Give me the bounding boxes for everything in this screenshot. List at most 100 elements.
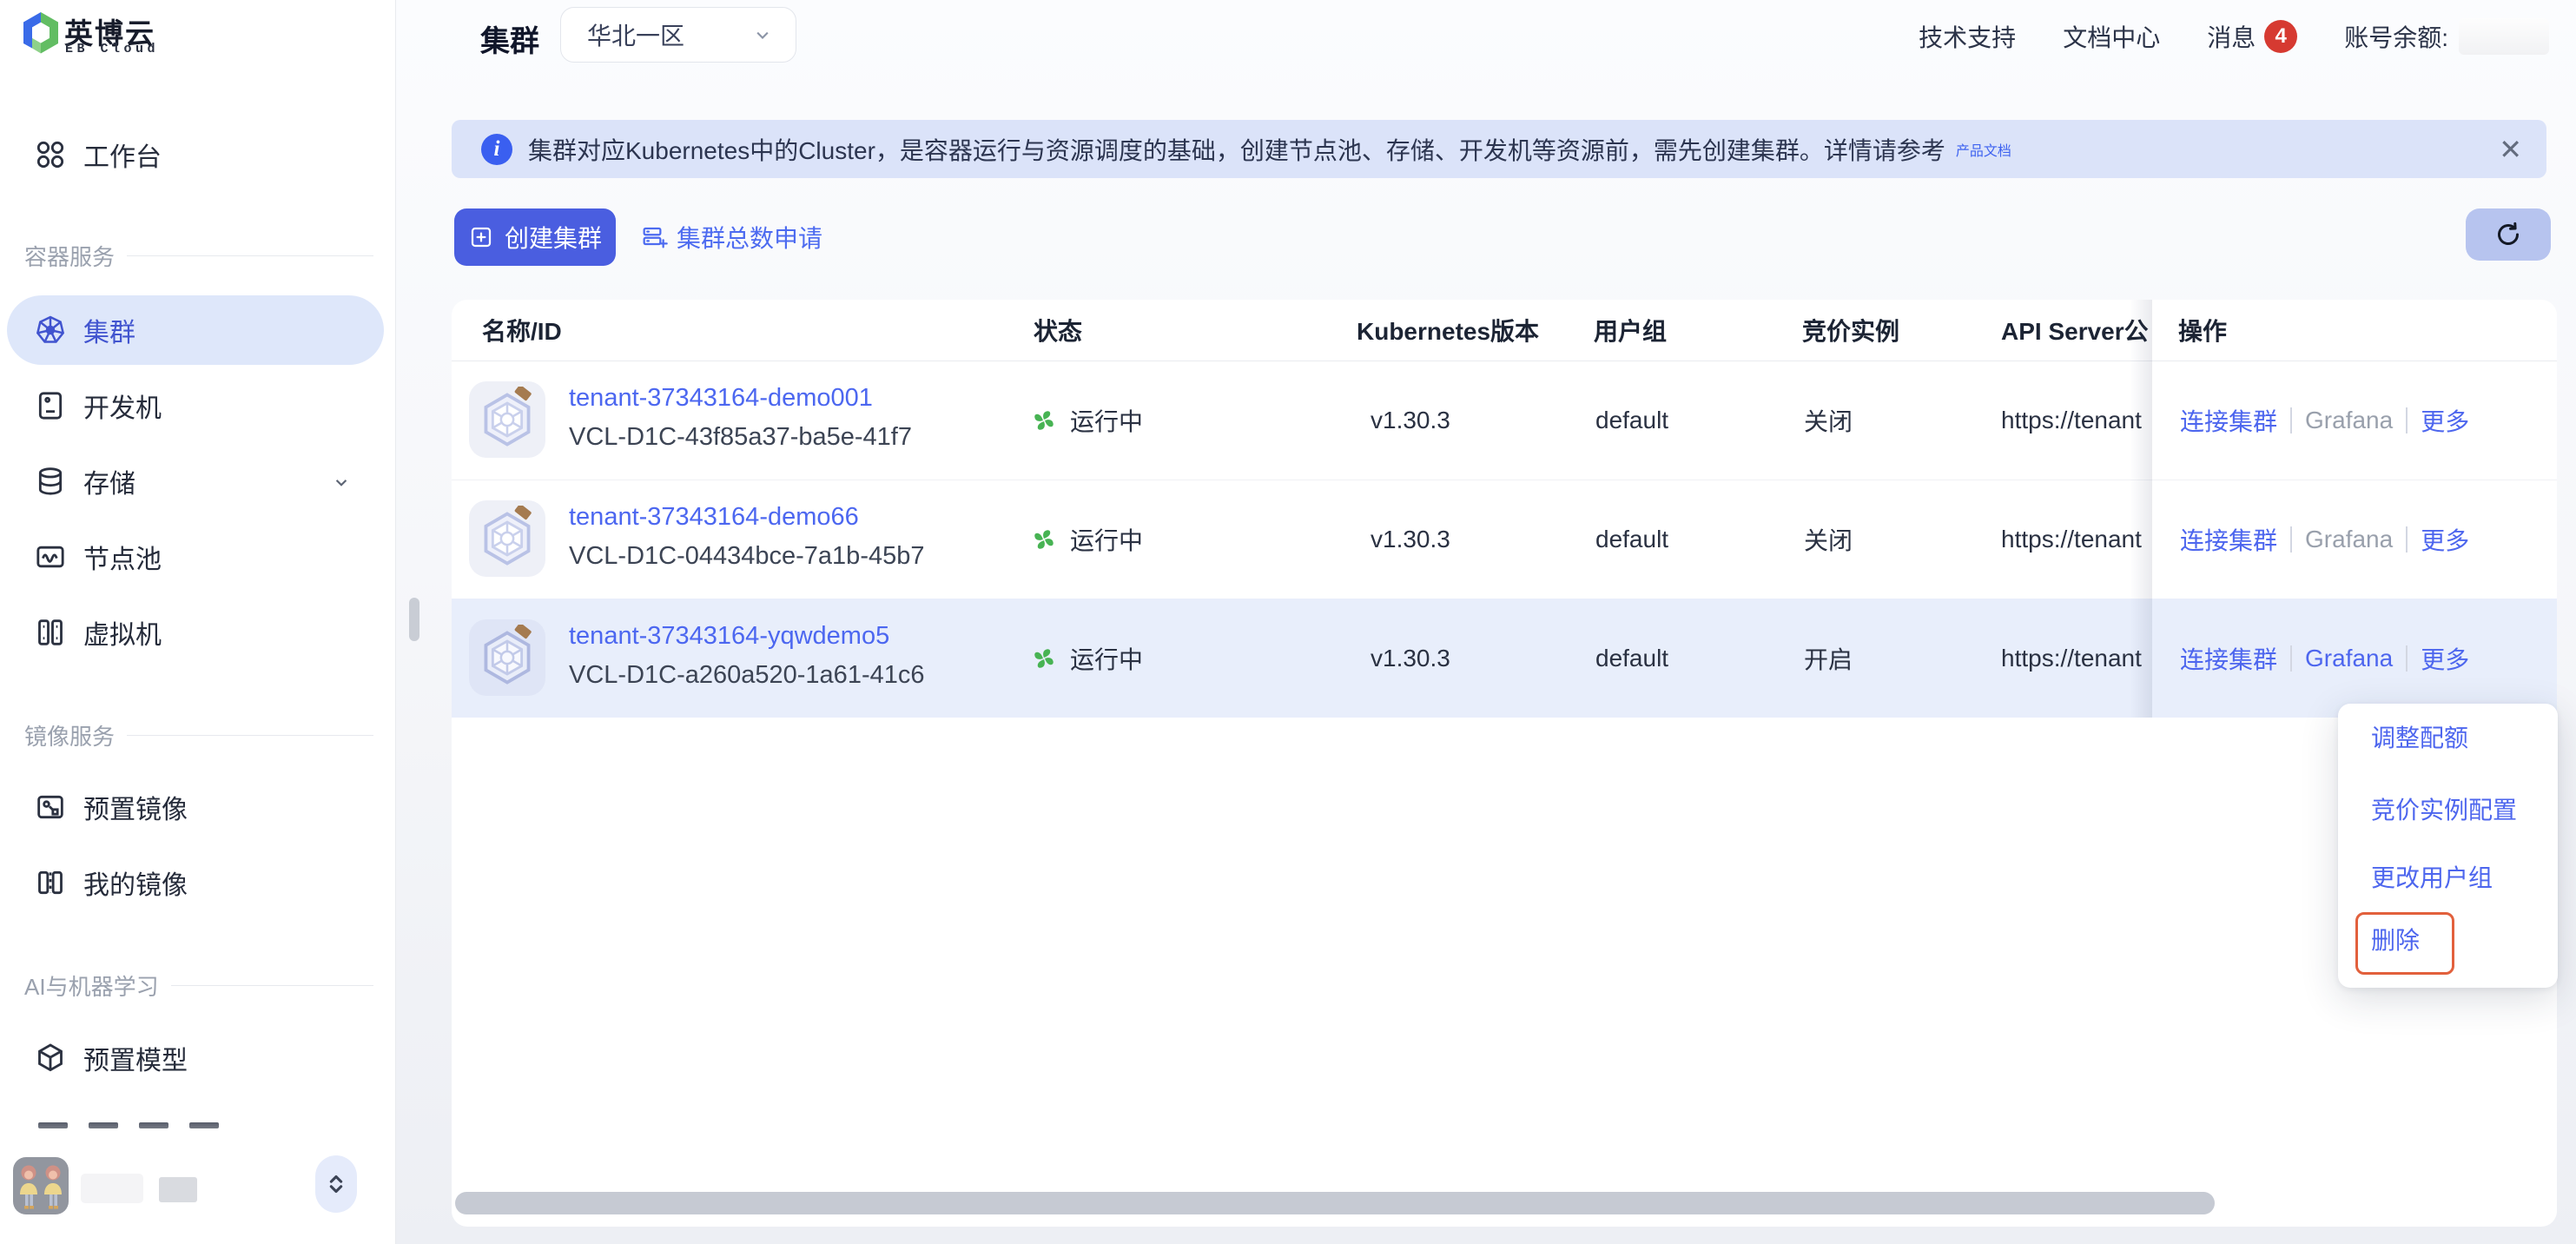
sidebar-item-clusters[interactable]: 集群 [7, 295, 384, 365]
messages-label: 消息 [2207, 19, 2256, 54]
cluster-quota-request-link[interactable]: 集群总数申请 [640, 208, 822, 266]
menu-item-delete[interactable]: 删除 [2371, 916, 2420, 965]
section-divider [171, 985, 373, 986]
menu-item-adjust-quota[interactable]: 调整配额 [2371, 714, 2468, 763]
sidebar-item-storage[interactable]: 存储 [7, 447, 384, 516]
info-icon: i [481, 134, 512, 165]
cluster-table-card: 名称/ID 状态 Kubernetes版本 用户组 竞价实例 API Serve… [452, 300, 2557, 1227]
sidebar-section-container: AI与机器学习 [24, 971, 373, 999]
sidebar-item-label: 预置镜像 [83, 788, 188, 826]
col-header-spot: 竞价实例 [1802, 300, 1899, 361]
sidebar-scrollbar-thumb[interactable] [409, 598, 419, 641]
kubernetes-wheel-icon [33, 313, 68, 347]
docs-link[interactable]: 文档中心 [2063, 19, 2160, 54]
dev-machine-icon [33, 388, 68, 423]
api-server-cell: https://tenant [2001, 361, 2150, 480]
cluster-id: VCL-D1C-04434bce-7a1b-45b7 [569, 542, 924, 571]
avatar[interactable] [13, 1157, 69, 1214]
product-docs-link[interactable]: 产品文档 [1956, 139, 2011, 160]
server-plus-icon [640, 223, 668, 251]
grafana-link[interactable]: Grafana [2305, 526, 2393, 553]
sidebar-item-label: 开发机 [83, 387, 162, 425]
table-row[interactable]: tenant-37343164-demo66 VCL-D1C-04434bce-… [452, 480, 2557, 599]
grafana-link[interactable]: Grafana [2305, 407, 2393, 434]
group-cell: default [1595, 480, 1668, 599]
version-cell: v1.30.3 [1371, 599, 1450, 718]
refresh-button[interactable] [2466, 208, 2551, 261]
plus-square-icon [468, 224, 494, 250]
status-text: 运行中 [1070, 641, 1143, 676]
action-divider [2406, 407, 2408, 433]
brand-logo-icon [22, 11, 60, 55]
sidebar-item-devmachine[interactable]: 开发机 [7, 371, 384, 440]
split-book-icon [33, 865, 68, 900]
create-cluster-button[interactable]: 创建集群 [454, 208, 616, 266]
status-cell: 运行中 [1030, 480, 1143, 599]
cluster-name-link[interactable]: tenant-37343164-demo001 [569, 384, 873, 413]
spot-cell: 开启 [1804, 599, 1853, 718]
chevrons-up-down-icon [321, 1169, 351, 1199]
col-header-version: Kubernetes版本 [1357, 300, 1539, 361]
sidebar-item-workbench[interactable]: 工作台 [7, 120, 384, 189]
account-switcher-button[interactable] [315, 1155, 357, 1213]
sidebar-item-vm[interactable]: 虚拟机 [7, 598, 384, 667]
cluster-quota-request-label: 集群总数申请 [677, 220, 822, 255]
sidebar-section-title: 镜像服务 [24, 719, 115, 751]
col-header-group: 用户组 [1594, 300, 1667, 361]
connect-cluster-link[interactable]: 连接集群 [2180, 522, 2277, 557]
spot-cell: 关闭 [1804, 480, 1853, 599]
balance-label: 账号余额: [2344, 19, 2448, 54]
version-cell: v1.30.3 [1371, 480, 1450, 599]
sidebar-item-preset-images[interactable]: 预置镜像 [7, 772, 384, 842]
actions-cell: 连接集群 Grafana 更多 [2180, 361, 2469, 480]
cluster-id: VCL-D1C-43f85a37-ba5e-41f7 [569, 423, 912, 452]
sidebar-section-title: AI与机器学习 [24, 969, 159, 1002]
region-select[interactable]: 华北一区 [560, 7, 796, 63]
sidebar-item-label: 我的镜像 [83, 864, 188, 902]
horizontal-scrollbar-thumb[interactable] [455, 1192, 2215, 1214]
more-link[interactable]: 更多 [2421, 403, 2469, 438]
cluster-icon [469, 381, 545, 458]
refresh-icon [2493, 219, 2524, 250]
sidebar-item-preset-models[interactable]: 预置模型 [7, 1023, 384, 1093]
messages-link[interactable]: 消息 4 [2207, 19, 2297, 54]
running-fan-icon [1030, 407, 1058, 434]
connect-cluster-link[interactable]: 连接集群 [2180, 641, 2277, 676]
sidebar-section-container: 镜像服务 [24, 721, 373, 749]
actions-cell: 连接集群 Grafana 更多 [2180, 599, 2469, 718]
menu-item-spot-config[interactable]: 竞价实例配置 [2371, 786, 2517, 835]
chevron-down-icon [330, 471, 353, 493]
sidebar: 英博云 EB Cloud 工作台 容器服务 集群 开发机 [0, 0, 396, 1244]
more-link[interactable]: 更多 [2421, 522, 2469, 557]
action-divider [2406, 526, 2408, 553]
sidebar-item-my-images[interactable]: 我的镜像 [7, 848, 384, 917]
sidebar-item-label: 集群 [83, 311, 135, 349]
chevron-down-icon [750, 23, 775, 47]
cluster-name-link[interactable]: tenant-37343164-yqwdemo5 [569, 622, 889, 651]
table-row[interactable]: tenant-37343164-demo001 VCL-D1C-43f85a37… [452, 361, 2557, 480]
action-divider [2290, 526, 2292, 553]
support-link[interactable]: 技术支持 [1919, 19, 2016, 54]
table-header-row: 名称/ID 状态 Kubernetes版本 用户组 竞价实例 API Serve… [452, 300, 2557, 361]
action-divider [2290, 645, 2292, 672]
section-divider [127, 735, 373, 736]
actions-cell: 连接集群 Grafana 更多 [2180, 480, 2469, 599]
grid-icon [33, 137, 68, 172]
info-banner: i 集群对应Kubernetes中的Cluster，是容器运行与资源调度的基础，… [452, 120, 2546, 178]
close-icon[interactable]: ✕ [2499, 133, 2522, 166]
running-fan-icon [1030, 526, 1058, 553]
sidebar-item-nodepool[interactable]: 节点池 [7, 522, 384, 592]
menu-item-change-group[interactable]: 更改用户组 [2371, 854, 2493, 903]
connect-cluster-link[interactable]: 连接集群 [2180, 403, 2277, 438]
region-select-value: 华北一区 [587, 17, 750, 52]
grafana-link[interactable]: Grafana [2305, 645, 2393, 672]
more-link[interactable]: 更多 [2421, 641, 2469, 676]
account-balance: 账号余额: [2344, 18, 2549, 55]
section-divider [127, 255, 373, 256]
status-text: 运行中 [1070, 522, 1143, 557]
page-title: 集群 [480, 17, 539, 60]
cluster-name-link[interactable]: tenant-37343164-demo66 [569, 503, 859, 532]
table-row-highlighted[interactable]: tenant-37343164-yqwdemo5 VCL-D1C-a260a52… [452, 599, 2557, 718]
sidebar-item-label: 工作台 [83, 136, 162, 174]
col-header-status: 状态 [1034, 300, 1082, 361]
